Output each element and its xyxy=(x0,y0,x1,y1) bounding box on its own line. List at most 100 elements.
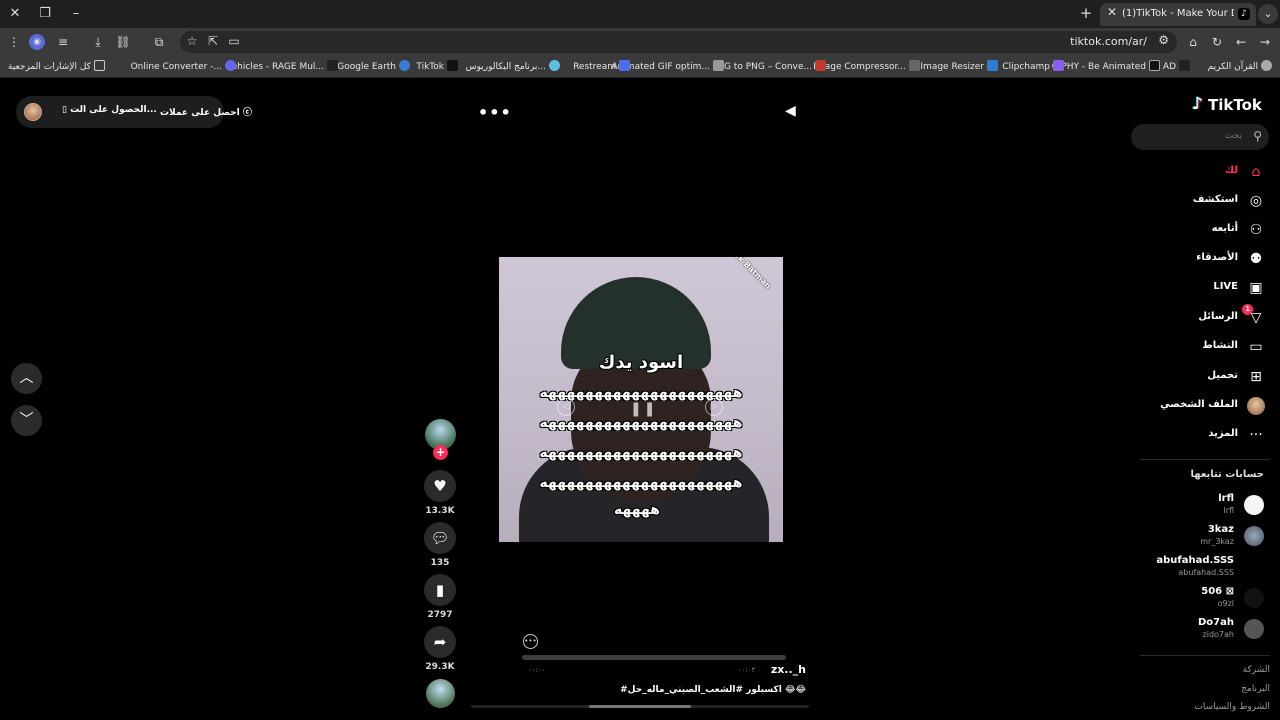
bookmark-label: Image Resizer xyxy=(920,62,984,72)
download-icon[interactable]: ⤓ xyxy=(89,33,107,51)
like-button[interactable]: ♥ xyxy=(424,470,456,502)
menu-kebab-icon[interactable]: ⋮ xyxy=(5,33,23,51)
user-avatar[interactable] xyxy=(24,103,42,121)
followed-account[interactable]: 506 ⊠ o9zl xyxy=(1124,584,1264,614)
rage-favicon xyxy=(327,60,338,71)
followed-account[interactable]: abufahad.SSS abufahad.SSS xyxy=(1124,553,1264,583)
bookmark-item[interactable]: TikTok xyxy=(416,60,458,75)
nav-activity[interactable]: النشاط ▭ xyxy=(1126,336,1266,358)
account-name: 506 ⊠ xyxy=(1201,586,1234,597)
minimize-window-icon[interactable]: – xyxy=(65,4,87,24)
bookmark-item[interactable]: Google Earth xyxy=(337,60,410,75)
nav-upload[interactable]: تحميل ⊞ xyxy=(1126,366,1266,388)
post-options-icon[interactable]: ••• xyxy=(523,634,538,649)
reload-icon[interactable]: ↻ xyxy=(1208,33,1226,51)
profile-icon[interactable]: ◉ xyxy=(29,34,45,50)
all-bookmarks-folder[interactable]: كل الإشارات المرجعية xyxy=(8,60,105,75)
tab-close-icon[interactable]: ✕ xyxy=(1103,5,1121,19)
nav-messages[interactable]: الرسائل ▽ 1 xyxy=(1126,304,1266,329)
reading-list-icon[interactable]: ≡ xyxy=(54,33,72,51)
install-app-icon[interactable]: ⇱ xyxy=(205,34,221,48)
next-video-button[interactable]: ﹀ xyxy=(11,405,42,436)
get-app-button[interactable]: ▯ الحصول على الت... xyxy=(62,105,157,115)
messages-badge: 1 xyxy=(1242,304,1253,315)
account-handle: o9zl xyxy=(1217,599,1234,608)
followed-account[interactable]: Do7ah zido7ah xyxy=(1124,615,1264,645)
bookmark-item[interactable]: Image Compressor... xyxy=(813,60,920,75)
chevron-up-icon: ︿ xyxy=(19,370,34,386)
bookmark-item[interactable]: Online Converter -... xyxy=(131,60,236,75)
bookmark-item[interactable]: JPG to PNG – Conve... xyxy=(716,60,826,75)
cast-icon[interactable]: ▭ xyxy=(226,34,242,48)
share-count: 29.3K xyxy=(425,662,455,672)
account-name: 3kaz xyxy=(1207,524,1234,535)
horizontal-scrollbar[interactable] xyxy=(471,705,809,708)
account-handle: zido7ah xyxy=(1202,630,1234,639)
video-more-options-icon[interactable]: ••• xyxy=(478,103,511,122)
tab-search-button[interactable]: ⌄ xyxy=(1258,4,1278,24)
search-icon[interactable]: ⚲ xyxy=(1253,129,1262,143)
bookmark-item[interactable]: Restream xyxy=(573,60,630,75)
tiktok-page: ▯ الحصول على الت... احصل على عملات ⓒ •••… xyxy=(0,79,1280,720)
get-coins-button[interactable]: احصل على عملات ⓒ xyxy=(160,105,252,118)
bookmark-item[interactable]: برنامج البكالوريوس... xyxy=(466,60,560,75)
followed-account[interactable]: 3kaz mr_3kaz xyxy=(1124,522,1264,552)
address-bar[interactable]: ☆ ⇱ ▭ tiktok.com/ar/ ⚙ xyxy=(180,31,1177,53)
nav-live[interactable]: LIVE ▣ xyxy=(1126,277,1266,299)
tiktok-logo[interactable]: ♪ TikTok xyxy=(1192,94,1266,116)
link-icon[interactable]: ⛓ xyxy=(114,33,132,51)
nav-following[interactable]: أتابعه ⚇ xyxy=(1126,219,1266,241)
video-progress-bar[interactable] xyxy=(522,655,786,660)
nav-explore[interactable]: استكشف ◎ xyxy=(1126,190,1266,212)
next-creator-avatar[interactable] xyxy=(426,679,455,708)
bookmark-item[interactable]: AD xyxy=(1163,60,1190,75)
footer-link-program[interactable]: البرنامج xyxy=(1241,684,1270,694)
account-handle: abufahad.SSS xyxy=(1178,568,1234,577)
video-laugh-line: هههههههههههههههههههههه xyxy=(539,475,743,491)
new-tab-button[interactable]: + xyxy=(1077,4,1095,24)
rewind-icon[interactable]: ◁ xyxy=(557,398,575,416)
volume-icon[interactable]: ◀ xyxy=(785,103,801,121)
followed-account[interactable]: lrfl lrfl xyxy=(1124,491,1264,521)
restore-window-icon[interactable]: ❐ xyxy=(34,4,56,24)
bookmark-item[interactable]: القرآن الكريم xyxy=(1208,60,1272,75)
video-laugh-line: هههههههههههههههههههههه xyxy=(539,385,743,401)
nav-for-you[interactable]: لك ⌂ xyxy=(1126,161,1266,183)
account-avatar xyxy=(1244,619,1264,639)
pause-icon[interactable]: ❚❚ xyxy=(630,401,657,417)
url-text[interactable]: tiktok.com/ar/ xyxy=(1070,35,1147,48)
share-button[interactable]: ➦ xyxy=(424,626,456,658)
save-button[interactable]: ▮ xyxy=(424,574,456,606)
post-username[interactable]: zx.._h xyxy=(740,663,806,676)
bookmark-label: القرآن الكريم xyxy=(1207,62,1258,72)
chevron-down-icon: ﹀ xyxy=(19,412,34,428)
forward-icon[interactable]: ▷ xyxy=(705,398,723,416)
nav-friends[interactable]: الأصدقاء ⚉ xyxy=(1126,248,1266,270)
home-browser-icon[interactable]: ⌂ xyxy=(1184,33,1202,51)
close-window-icon[interactable]: ✕ xyxy=(4,4,26,24)
browser-tab[interactable]: ✕ (1)TikTok - Make Your Day ♪ xyxy=(1100,3,1256,26)
bookmark-item[interactable]: Clipchamp xyxy=(1002,60,1064,75)
site-info-icon[interactable]: ⚙ xyxy=(1158,33,1169,47)
nav-profile[interactable]: الملف الشخصي xyxy=(1126,395,1266,417)
bookmark-star-icon[interactable]: ☆ xyxy=(184,34,200,48)
bookmark-item[interactable]: GIPHY - Be Animated xyxy=(1052,60,1160,75)
scrollbar-thumb[interactable] xyxy=(589,705,691,708)
nav-label: النشاط xyxy=(1202,340,1238,351)
back-icon[interactable]: ← xyxy=(1232,33,1250,51)
bookmark-item[interactable]: Image Resizer xyxy=(920,60,998,75)
profile-avatar xyxy=(1247,397,1265,415)
video-player[interactable]: Tik Batman اسود يدك هههههههههههههههههههه… xyxy=(499,257,783,542)
video-laugh-short: ههههه xyxy=(614,502,660,518)
bookmark-label: كل الإشارات المرجعية xyxy=(8,62,91,72)
comment-button[interactable]: 💬︎ xyxy=(424,522,456,554)
follow-plus-icon[interactable]: + xyxy=(433,445,448,460)
footer-link-company[interactable]: الشركة xyxy=(1243,665,1270,675)
forward-icon[interactable]: → xyxy=(1256,33,1274,51)
bookmark-item[interactable]: Vehicles - RAGE Mul... xyxy=(226,60,338,75)
extensions-icon[interactable]: ⧉ xyxy=(150,33,168,51)
footer-link-terms[interactable]: الشروط والسياسات xyxy=(1194,702,1270,712)
previous-video-button[interactable]: ︿ xyxy=(11,363,42,394)
nav-more[interactable]: المزيد ··· xyxy=(1126,424,1266,446)
search-input[interactable]: بحث ⚲ xyxy=(1131,124,1269,150)
